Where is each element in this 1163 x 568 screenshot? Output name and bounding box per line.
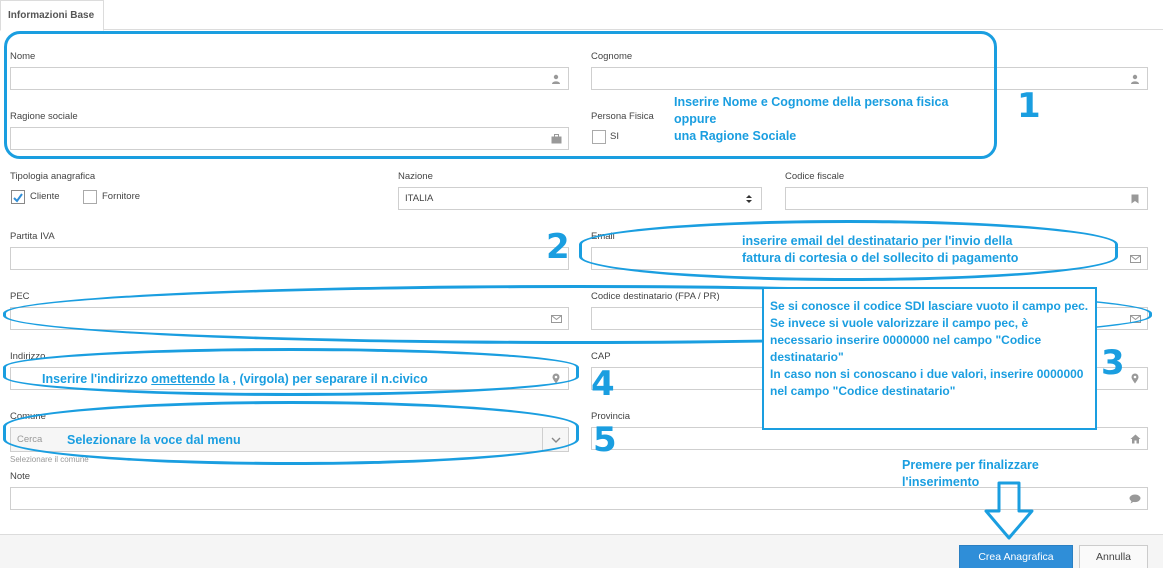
annotation-number-4: 4 (591, 364, 615, 404)
codice-fiscale-input[interactable] (785, 187, 1148, 210)
annotation-5-text: Selezionare la voce dal menu (67, 433, 241, 447)
user-icon (1123, 68, 1147, 89)
nazione-select[interactable]: ITALIA (398, 187, 762, 210)
annotation-1-line-3: una Ragione Sociale (674, 129, 797, 143)
annotation-2-line-1: inserire email del destinatario per l'in… (742, 234, 1013, 248)
cliente-label: Cliente (30, 191, 60, 202)
annotation-4-underlined: omettendo (151, 372, 216, 386)
arrow-down-icon (984, 481, 1034, 540)
select-arrows-icon (737, 188, 761, 209)
check-icon (13, 193, 23, 203)
annotation-1-line-1: Inserire Nome e Cognome della persona fi… (674, 95, 949, 109)
annotation-3-text: Se si conosce il codice SDI lasciare vuo… (770, 299, 1089, 398)
cliente-checkbox[interactable] (11, 190, 25, 204)
home-icon (1123, 428, 1147, 449)
codice-fiscale-label: Codice fiscale (785, 171, 845, 182)
crea-anagrafica-button[interactable]: Crea Anagrafica (959, 545, 1073, 568)
fornitore-checkbox[interactable] (83, 190, 97, 204)
partita-iva-input[interactable] (10, 247, 569, 270)
annotation-2-line-2: fattura di cortesia o del sollecito di p… (742, 251, 1019, 265)
annotation-number-1: 1 (1017, 86, 1041, 126)
annotation-6-line-2: l'inserimento (902, 475, 980, 489)
bookmark-icon (1123, 188, 1147, 209)
tab-informazioni-base[interactable]: Informazioni Base (0, 0, 104, 31)
tab-bar (0, 0, 1163, 30)
envelope-icon (1123, 248, 1147, 269)
annulla-button[interactable]: Annulla (1079, 545, 1148, 568)
annotation-6-line-1: Premere per finalizzare (902, 458, 1039, 472)
tipologia-label: Tipologia anagrafica (10, 171, 96, 182)
annotation-number-5: 5 (593, 420, 617, 460)
annotation-number-3: 3 (1101, 343, 1125, 383)
cap-label: CAP (591, 351, 611, 362)
annotation-4-text: Inserire l'indirizzo omettendo la , (vir… (42, 371, 428, 388)
fornitore-label: Fornitore (102, 191, 141, 202)
provincia-input[interactable] (591, 427, 1148, 450)
nazione-label: Nazione (398, 171, 433, 182)
annotation-1-line-2: oppure (674, 112, 717, 126)
note-label: Note (10, 471, 31, 482)
annotation-4-part-2: la , (virgola) per separare il n.civico (215, 372, 428, 386)
partita-iva-label: Partita IVA (10, 231, 55, 242)
annotation-number-2: 2 (546, 227, 570, 267)
comment-icon (1123, 488, 1147, 509)
pec-label: PEC (10, 291, 30, 302)
map-marker-icon (1123, 368, 1147, 389)
annotation-4-part-1: Inserire l'indirizzo (42, 372, 152, 386)
